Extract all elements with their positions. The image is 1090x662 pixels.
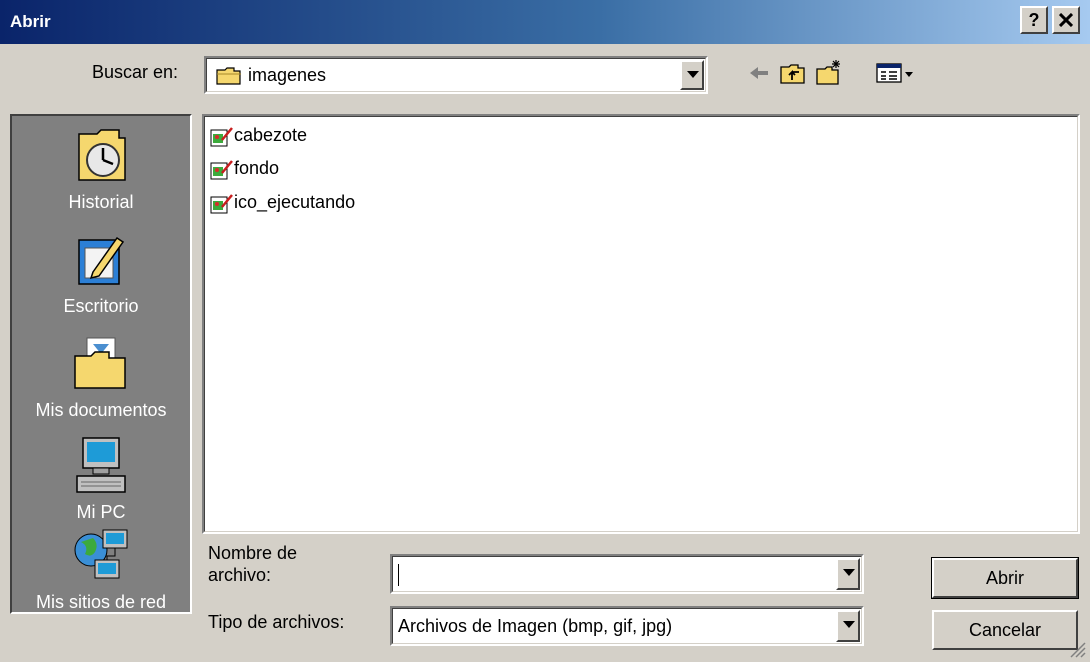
place-label: Mis documentos — [35, 400, 167, 420]
place-network[interactable]: Mis sitios de red — [12, 524, 190, 613]
lookin-dropdown-button[interactable] — [680, 60, 704, 90]
file-name: fondo — [234, 158, 280, 178]
history-icon — [78, 129, 126, 181]
place-label: Escritorio — [63, 296, 139, 316]
help-button[interactable]: ? — [1020, 6, 1048, 34]
title-bar[interactable]: Abrir ? — [0, 0, 1090, 44]
filename-label: Nombre de archivo: — [208, 543, 298, 585]
close-button[interactable] — [1052, 6, 1080, 34]
place-my-documents[interactable]: Mis documentos — [12, 332, 190, 421]
filetype-dropdown-button[interactable] — [836, 610, 860, 642]
folder-icon — [216, 67, 241, 85]
view-menu-icon[interactable] — [874, 58, 924, 88]
desktop-icon — [78, 236, 125, 285]
place-desktop[interactable]: Escritorio — [12, 228, 190, 317]
filename-dropdown-button[interactable] — [836, 558, 860, 590]
new-folder-icon[interactable] — [814, 58, 844, 88]
back-arrow-icon[interactable] — [744, 58, 774, 88]
lookin-value: imagenes — [248, 65, 327, 85]
text-cursor — [398, 564, 399, 586]
up-one-level-icon[interactable] — [778, 58, 808, 88]
window-title: Abrir — [10, 12, 51, 31]
place-my-computer[interactable]: Mi PC — [12, 434, 190, 523]
lookin-combobox[interactable]: imagenes — [204, 56, 708, 94]
filetype-label: Tipo de archivos: — [208, 612, 345, 632]
my-computer-icon — [76, 437, 126, 493]
place-label: Mis sitios de red — [35, 592, 167, 612]
my-documents-icon — [74, 337, 126, 389]
filename-combobox[interactable] — [390, 554, 864, 594]
lookin-label: Buscar en: — [92, 62, 179, 82]
file-list[interactable] — [202, 114, 1080, 534]
cancel-button[interactable]: Cancelar — [932, 610, 1078, 650]
places-bar: Historial Escritorio Mis documentos Mi P… — [10, 114, 192, 614]
image-file-icon — [210, 194, 233, 214]
place-label: Mi PC — [76, 502, 126, 522]
file-name: cabezote — [234, 125, 308, 145]
filetype-value: Archivos de Imagen (bmp, gif, jpg) — [398, 616, 673, 636]
open-dialog: Abrir ? Buscar en: imagenes Historial Es… — [0, 0, 1090, 662]
open-button[interactable]: Abrir — [931, 557, 1079, 599]
image-file-icon — [210, 127, 233, 147]
resize-grip-icon[interactable] — [1068, 640, 1086, 658]
close-icon — [1058, 12, 1074, 28]
file-name: ico_ejecutando — [234, 192, 356, 212]
place-history[interactable]: Historial — [12, 124, 190, 213]
filetype-combobox[interactable]: Archivos de Imagen (bmp, gif, jpg) — [390, 606, 864, 646]
place-label: Historial — [68, 192, 134, 212]
network-places-icon — [74, 529, 128, 579]
image-file-icon — [210, 160, 233, 180]
